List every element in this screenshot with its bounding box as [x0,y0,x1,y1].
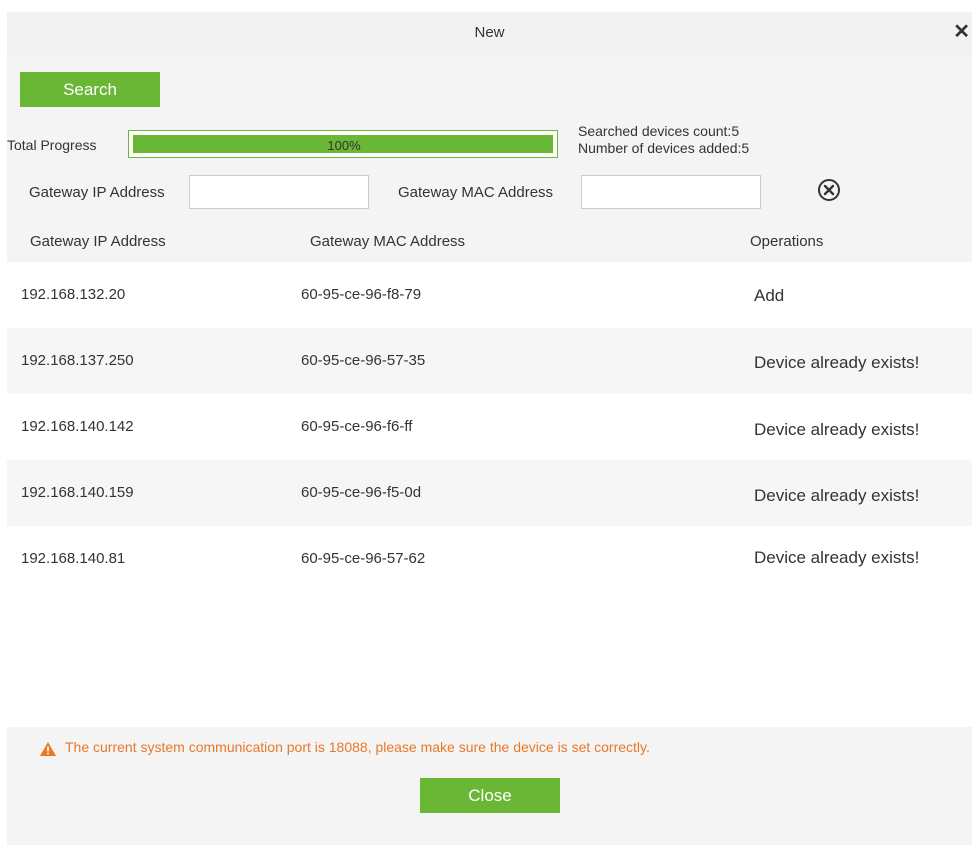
searched-count: Searched devices count:5 [578,123,740,139]
table-header: Gateway IP Address Gateway MAC Address O… [7,224,972,262]
mac-cell: 60-95-ce-96-f5-0d [301,484,422,501]
ip-cell: 192.168.132.20 [21,286,126,303]
search-button[interactable]: Search [20,72,160,107]
close-button[interactable]: Close [420,778,560,813]
ip-cell: 192.168.140.142 [21,418,134,435]
operation-status: Device already exists! [754,420,920,439]
new-device-dialog: New ✕ Search Total Progress 100% Searche… [7,12,972,845]
table-row: 192.168.140.81 60-95-ce-96-57-62 Device … [7,526,972,592]
ip-filter-input[interactable] [189,175,369,209]
operation-status: Device already exists! [754,353,920,372]
mac-cell: 60-95-ce-96-f8-79 [301,286,422,303]
column-header: Gateway IP Address [30,233,166,250]
table-row: 192.168.140.159 60-95-ce-96-f5-0d Device… [7,460,972,526]
ip-cell: 192.168.140.81 [21,550,126,567]
table-row: 192.168.137.250 60-95-ce-96-57-35 Device… [7,328,972,394]
ip-cell: 192.168.140.159 [21,484,134,501]
warning-icon [40,742,56,756]
dialog-titlebar: New ✕ [7,12,972,56]
progress-label: Total Progress [7,137,97,153]
mac-cell: 60-95-ce-96-f6-ff [301,418,413,435]
operation-status: Device already exists! [754,486,920,505]
ip-cell: 192.168.137.250 [21,352,134,369]
close-icon[interactable]: ✕ [953,22,970,42]
operation-status: Device already exists! [754,548,920,567]
added-count: Number of devices added:5 [578,140,750,156]
ip-filter-label: Gateway IP Address [29,184,165,201]
mac-filter-input[interactable] [581,175,761,209]
column-header: Gateway MAC Address [310,233,466,250]
mac-filter-label: Gateway MAC Address [398,184,554,201]
table-row: 192.168.132.20 60-95-ce-96-f8-79 Add [7,262,972,328]
add-device-link[interactable]: Add [754,286,784,306]
dialog-title: New [474,24,505,41]
clear-filter-icon[interactable] [817,178,841,202]
progress-percent: 100% [327,138,361,153]
mac-cell: 60-95-ce-96-57-35 [301,352,426,369]
progress-bar: 100% [128,130,558,158]
device-counts: Searched devices count:5 Number of devic… [578,123,749,157]
table-row: 192.168.140.142 60-95-ce-96-f6-ff Device… [7,394,972,460]
mac-cell: 60-95-ce-96-57-62 [301,550,426,567]
port-warning-text: The current system communication port is… [65,739,650,755]
device-table: 192.168.132.20 60-95-ce-96-f8-79 Add 192… [7,262,972,727]
column-header: Operations [750,233,824,250]
